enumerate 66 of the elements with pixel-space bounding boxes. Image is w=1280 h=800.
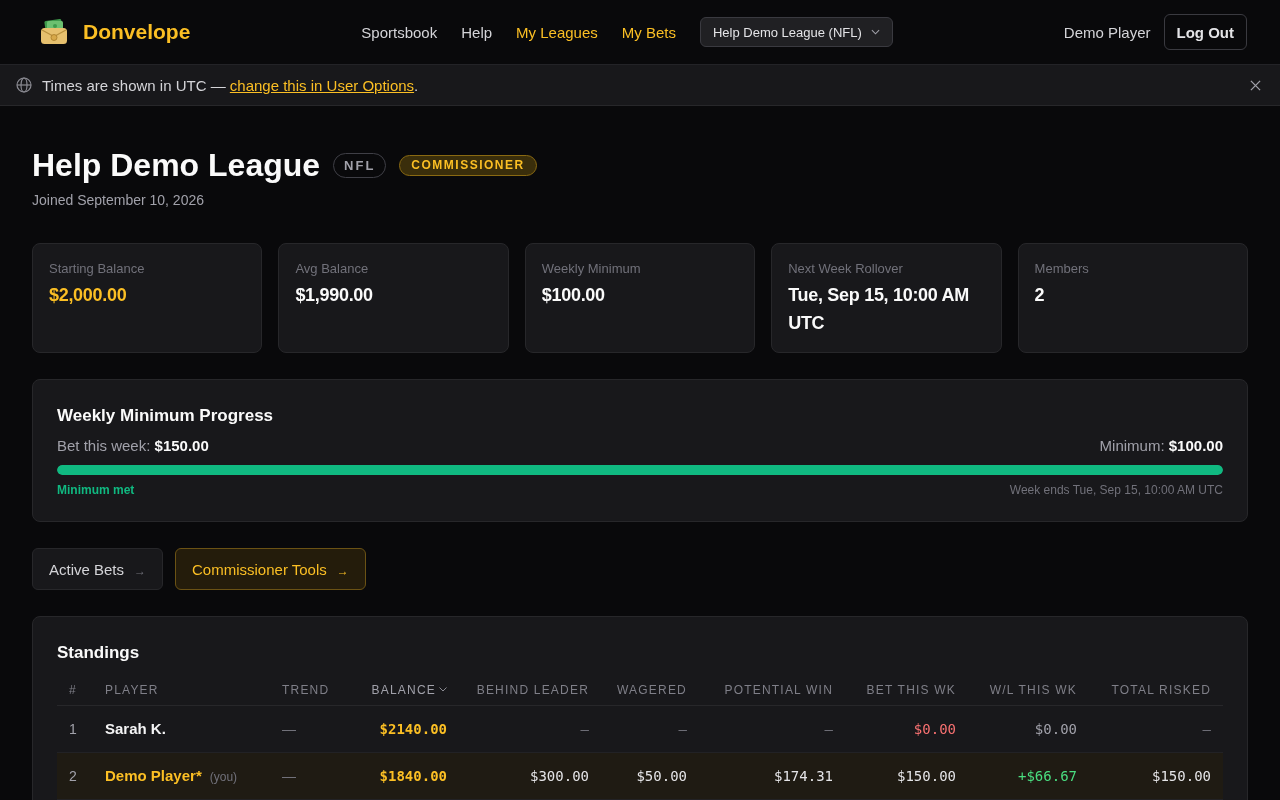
joined-date: Joined September 10, 2026 [32,191,205,210]
table-cell: — [282,721,296,737]
column-header[interactable]: WAGERED [617,683,687,697]
table-cell: $0.00 [913,721,956,737]
column-header[interactable]: TOTAL RISKED [1111,683,1211,697]
column-header[interactable]: TREND [282,683,330,697]
rank-cell: 2 [69,768,77,784]
section-title: Weekly Minimum Progress [57,405,275,427]
stat-value: 2 [1034,284,1045,307]
chevron-down-icon [870,29,880,35]
column-header[interactable]: W/L THIS WK [989,683,1077,697]
stat-label: Starting Balance [49,261,145,277]
table-cell: — [1202,721,1211,737]
league-title: Help Demo League [32,146,321,184]
table-cell: $50.00 [636,768,687,784]
column-header[interactable]: BEHIND LEADER [476,683,589,697]
week-end-text: Week ends Tue, Sep 15, 10:00 AM UTC [1009,483,1223,497]
nav-link[interactable]: Sportsbook [361,23,438,41]
close-icon [1250,79,1261,91]
table-cell: $300.00 [530,768,589,784]
column-header[interactable]: BET THIS WK [866,683,956,697]
table-cell: $0.00 [1034,721,1077,737]
section-title: Standings [57,642,141,664]
column-header[interactable]: # [69,683,77,697]
player-name: Demo Player* [105,767,202,784]
table-cell: $174.31 [774,768,833,784]
table-cell: — [824,721,833,737]
nav-link[interactable]: My Bets [621,23,676,41]
stat-label: Next Week Rollover [788,261,903,277]
link-button[interactable]: Active Bets → [32,548,164,590]
timezone-notice: Times are shown in UTC — change this in User Options. [42,76,420,94]
column-header[interactable]: POTENTIAL WIN [724,683,833,697]
table-cell: $150.00 [897,768,956,784]
stat-label: Members [1034,261,1089,277]
status-text: Minimum met [57,483,135,497]
column-header[interactable]: PLAYER [105,683,159,697]
stat-value: $2,000.00 [49,284,127,307]
stat-value: Tue, Sep 15, 10:00 AM UTC [788,284,970,335]
nav-link[interactable]: Help [461,23,493,41]
table-cell: — [282,768,296,784]
brand-name[interactable]: Donvelope [83,20,191,44]
money-envelope-icon [40,19,68,45]
league-dropdown[interactable]: Help Demo League (NFL) [700,17,893,47]
rank-cell: 1 [69,721,77,737]
table-cell: $150.00 [1152,768,1211,784]
stat-label: Weekly Minimum [541,261,641,277]
table-cell: $1840.00 [379,768,447,784]
table-cell: $2140.00 [379,721,447,737]
minimum-amount: Minimum: $100.00 [1099,436,1223,456]
stat-label: Avg Balance [295,261,369,277]
table-cell: +$66.67 [1018,768,1077,784]
caret-icon [439,687,447,693]
column-header[interactable]: BALANCE [371,683,436,697]
player-name: Sarah K. [105,720,166,737]
nav-link[interactable]: My Leagues [516,23,598,41]
table-cell: — [678,721,687,737]
bet-this-week: Bet this week: $150.00 [57,436,209,456]
log-out-button[interactable]: Log Out [1163,14,1247,50]
you-label: (you) [209,770,238,784]
link-button[interactable]: Commissioner Tools → [175,548,366,590]
stat-value: $100.00 [541,284,605,307]
globe-icon [16,77,32,93]
stat-value: $1,990.00 [295,284,373,307]
user-name: Demo Player [1063,23,1151,41]
role-badge: COMMISSIONER [399,154,537,176]
table-cell: — [580,721,589,737]
